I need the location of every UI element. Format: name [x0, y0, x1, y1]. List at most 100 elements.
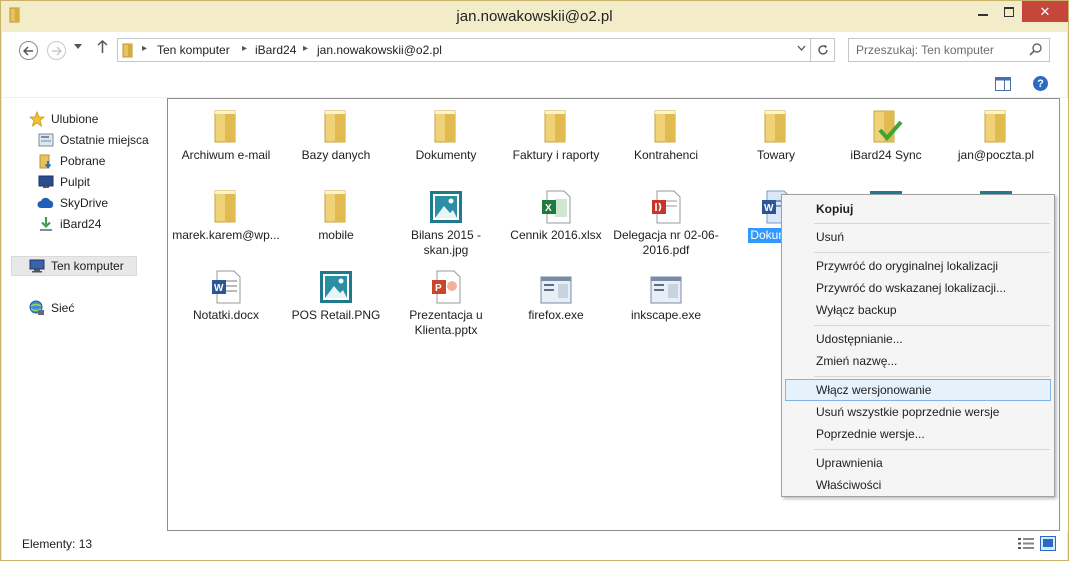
network-icon	[28, 300, 46, 316]
powerpoint-file-icon: P	[391, 260, 501, 304]
file-label: Cennik 2016.xlsx	[510, 228, 602, 242]
file-item[interactable]: iBard24 Sync	[831, 100, 941, 163]
nav-item-downloads[interactable]: Pobrane	[37, 151, 105, 171]
file-label: Notatki.docx	[192, 308, 260, 322]
file-item[interactable]: Bilans 2015 - skan.jpg	[391, 180, 501, 258]
file-item[interactable]: W Notatki.docx	[171, 260, 281, 323]
search-icon[interactable]	[1029, 42, 1043, 59]
menu-item-delete[interactable]: Usuń	[785, 226, 1051, 248]
recent-places-icon	[37, 132, 55, 148]
folder-icon	[501, 100, 611, 144]
file-label: Towary	[756, 148, 795, 162]
breadcrumb-separator-icon[interactable]: ▸	[242, 43, 247, 54]
menu-item-previous-versions[interactable]: Poprzednie wersje...	[785, 423, 1051, 445]
close-icon: ✕	[1039, 3, 1051, 19]
menu-separator	[814, 449, 1050, 450]
maximize-button[interactable]	[996, 1, 1022, 22]
file-item[interactable]: mobile	[281, 180, 391, 243]
svg-text:P: P	[435, 283, 442, 294]
folder-icon	[171, 100, 281, 144]
star-icon	[28, 111, 46, 127]
recent-locations-button[interactable]	[74, 42, 82, 52]
menu-item-permissions[interactable]: Uprawnienia	[785, 452, 1051, 474]
menu-item-sharing[interactable]: Udostępnianie...	[785, 328, 1051, 350]
ibard24-icon	[37, 216, 55, 232]
item-count: Elementy: 13	[22, 537, 93, 551]
menu-item-restore-to[interactable]: Przywróć do wskazanej lokalizacji...	[785, 277, 1051, 299]
close-button[interactable]: ✕	[1022, 1, 1068, 22]
file-item[interactable]: Dokumenty	[391, 100, 501, 163]
file-label: iBard24 Sync	[850, 148, 922, 162]
nav-item-skydrive[interactable]: SkyDrive	[37, 193, 108, 213]
file-item[interactable]: inkscape.exe	[611, 260, 721, 323]
address-row: ▸ Ten komputer ▸ iBard24 ▸ jan.nowakowsk…	[2, 32, 1067, 68]
breadcrumb-separator-icon[interactable]: ▸	[142, 43, 147, 54]
address-dropdown-button[interactable]	[797, 44, 806, 54]
address-bar[interactable]: ▸ Ten komputer ▸ iBard24 ▸ jan.nowakowsk…	[117, 38, 811, 62]
help-icon[interactable]: ?	[1033, 76, 1048, 91]
menu-item-copy[interactable]: Kopiuj	[785, 198, 1051, 220]
menu-separator	[814, 325, 1050, 326]
file-item[interactable]: Towary	[721, 100, 831, 163]
menu-item-rename[interactable]: Zmień nazwę...	[785, 350, 1051, 372]
menu-item-enable-versioning[interactable]: Włącz wersjonowanie	[785, 379, 1051, 401]
nav-item-this-pc[interactable]: Ten komputer	[11, 256, 137, 276]
maximize-icon	[1004, 6, 1014, 17]
synced-folder-icon	[831, 100, 941, 144]
file-label: Bilans 2015 - skan.jpg	[410, 228, 482, 257]
breadcrumb-ten-komputer[interactable]: Ten komputer	[157, 43, 230, 57]
file-label: Delegacja nr 02-06-2016.pdf	[613, 228, 719, 257]
breadcrumb-separator-icon[interactable]: ▸	[303, 43, 308, 54]
folder-icon	[122, 43, 136, 61]
file-label: Dokumenty	[415, 148, 477, 162]
file-label: Kontrahenci	[633, 148, 699, 162]
menu-item-delete-versions[interactable]: Usuń wszystkie poprzednie wersje	[785, 401, 1051, 423]
file-label: Faktury i raporty	[512, 148, 600, 162]
minimize-button[interactable]	[969, 1, 996, 22]
back-button[interactable]	[19, 41, 38, 60]
details-view-icon[interactable]	[1018, 537, 1034, 553]
status-bar: Elementy: 13	[2, 531, 1067, 560]
nav-item-network[interactable]: Sieć	[28, 298, 74, 318]
file-item[interactable]: P Prezentacja u Klienta.pptx	[391, 260, 501, 338]
refresh-button[interactable]	[811, 38, 835, 62]
context-menu: Kopiuj Usuń Przywróć do oryginalnej loka…	[781, 194, 1055, 497]
toolbar: ?	[2, 68, 1067, 98]
menu-item-disable-backup[interactable]: Wyłącz backup	[785, 299, 1051, 321]
file-item[interactable]: Kontrahenci	[611, 100, 721, 163]
menu-separator	[814, 252, 1050, 253]
title-bar[interactable]: jan.nowakowskii@o2.pl ✕	[1, 1, 1068, 32]
folder-icon	[171, 180, 281, 224]
file-item[interactable]: Delegacja nr 02-06-2016.pdf	[611, 180, 721, 258]
nav-item-label: SkyDrive	[60, 196, 109, 210]
file-item[interactable]: X Cennik 2016.xlsx	[501, 180, 611, 243]
file-item[interactable]: firefox.exe	[501, 260, 611, 323]
refresh-icon	[817, 45, 828, 55]
nav-item-desktop[interactable]: Pulpit	[37, 172, 90, 192]
up-button[interactable]	[97, 39, 108, 56]
forward-button[interactable]	[47, 41, 66, 60]
menu-item-restore-original[interactable]: Przywróć do oryginalnej lokalizacji	[785, 255, 1051, 277]
nav-item-label: Pobrane	[60, 154, 106, 168]
svg-text:W: W	[764, 203, 774, 214]
breadcrumb-current-folder[interactable]: jan.nowakowskii@o2.pl	[317, 43, 442, 57]
search-box[interactable]	[848, 38, 1050, 62]
file-item[interactable]: Faktury i raporty	[501, 100, 611, 163]
search-input[interactable]	[849, 39, 1024, 61]
file-item[interactable]: jan@poczta.pl	[941, 100, 1051, 163]
breadcrumb-ibard24[interactable]: iBard24	[255, 43, 296, 57]
folder-icon	[611, 100, 721, 144]
preview-pane-icon[interactable]	[995, 77, 1011, 94]
nav-item-ibard24[interactable]: iBard24	[37, 214, 101, 234]
nav-item-favorites[interactable]: Ulubione	[28, 109, 98, 129]
computer-icon	[28, 258, 46, 274]
large-icons-view-icon[interactable]	[1040, 536, 1056, 554]
file-item[interactable]: Archiwum e-mail	[171, 100, 281, 163]
window-title: jan.nowakowskii@o2.pl	[456, 8, 613, 25]
file-item[interactable]: marek.karem@wp...	[171, 180, 281, 243]
file-item[interactable]: Bazy danych	[281, 100, 391, 163]
folder-icon	[391, 100, 501, 144]
menu-item-properties[interactable]: Właściwości	[785, 474, 1051, 496]
nav-item-recent-places[interactable]: Ostatnie miejsca	[37, 130, 149, 150]
file-item[interactable]: POS Retail.PNG	[281, 260, 391, 323]
